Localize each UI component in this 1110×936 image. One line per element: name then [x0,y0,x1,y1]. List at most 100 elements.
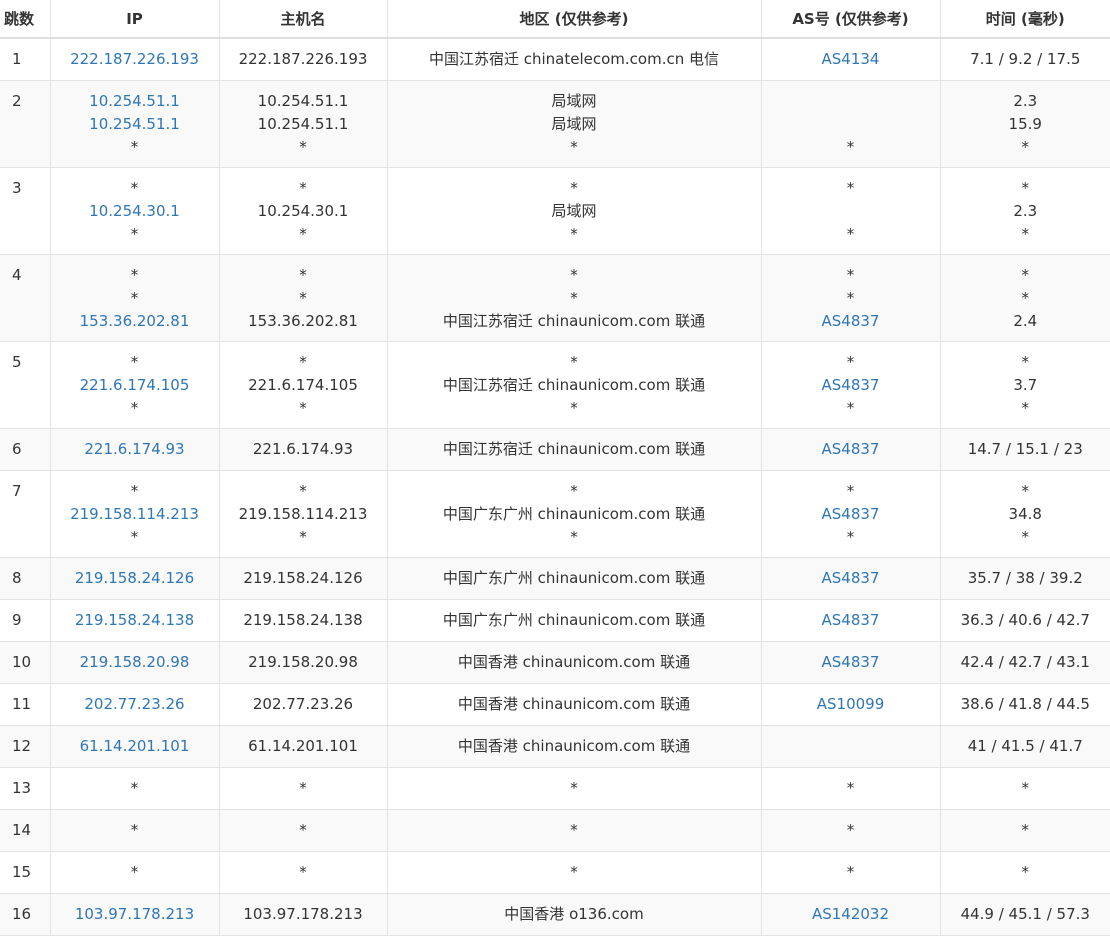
ip-cell: *221.6.174.105* [50,342,219,429]
time-text: 2.3 [941,90,1110,113]
region-text: 中国香港 chinaunicom.com 联通 [388,693,761,716]
ip-link[interactable]: 219.158.20.98 [51,651,219,674]
header-region: 地区 (仅供参考) [387,0,761,38]
hop-number: 15 [12,861,50,884]
time-text: 41 / 41.5 / 41.7 [941,735,1110,758]
as-number-link[interactable]: AS4837 [762,609,940,632]
ip-text: * [51,480,219,503]
time-text: 44.9 / 45.1 / 57.3 [941,903,1110,926]
ip-link[interactable]: 221.6.174.93 [51,438,219,461]
ip-link[interactable]: 10.254.30.1 [51,200,219,223]
region-text: * [388,264,761,287]
ip-link[interactable]: 61.14.201.101 [51,735,219,758]
ip-text: * [51,351,219,374]
as-number-link[interactable]: AS4837 [762,438,940,461]
region-cell: *中国广东广州 chinaunicom.com 联通* [387,471,761,558]
as-number-link[interactable]: AS4837 [762,503,940,526]
hop-cell: 10 [0,642,50,684]
hostname-cell: 219.158.24.126 [219,558,387,600]
as-number-text: * [762,526,940,549]
region-cell: 中国广东广州 chinaunicom.com 联通 [387,600,761,642]
as-number-cell: AS4837 [761,558,940,600]
time-text: 2.3 [941,200,1110,223]
time-text: 7.1 / 9.2 / 17.5 [941,48,1110,71]
table-body: 1222.187.226.193222.187.226.193中国江苏宿迁 ch… [0,38,1110,936]
time-cell: 44.9 / 45.1 / 57.3 [940,894,1110,936]
ip-text: * [51,397,219,420]
hop-number: 7 [12,480,50,503]
region-cell: 中国香港 o136.com [387,894,761,936]
ip-link[interactable]: 219.158.24.126 [51,567,219,590]
region-text: * [388,287,761,310]
region-text: * [388,223,761,246]
as-number-link[interactable]: AS4837 [762,651,940,674]
ip-cell: 222.187.226.193 [50,38,219,81]
ip-link[interactable]: 202.77.23.26 [51,693,219,716]
table-row: 1261.14.201.10161.14.201.101中国香港 chinaun… [0,726,1110,768]
table-row: 210.254.51.110.254.51.1*10.254.51.110.25… [0,81,1110,168]
hostname-cell: *10.254.30.1* [219,168,387,255]
ip-link[interactable]: 10.254.51.1 [51,113,219,136]
ip-link[interactable]: 10.254.51.1 [51,90,219,113]
time-text: 38.6 / 41.8 / 44.5 [941,693,1110,716]
table-row: 16103.97.178.213103.97.178.213中国香港 o136.… [0,894,1110,936]
hop-number: 3 [12,177,50,200]
ip-link[interactable]: 222.187.226.193 [51,48,219,71]
ip-link[interactable]: 219.158.114.213 [51,503,219,526]
region-text: 中国江苏宿迁 chinaunicom.com 联通 [388,374,761,397]
hostname-text: * [220,861,387,884]
hostname-text: * [220,351,387,374]
region-cell: 中国江苏宿迁 chinaunicom.com 联通 [387,429,761,471]
region-text: * [388,480,761,503]
hostname-cell: *221.6.174.105* [219,342,387,429]
as-number-link[interactable]: AS4837 [762,310,940,333]
hostname-text: 153.36.202.81 [220,310,387,333]
hostname-text: 10.254.51.1 [220,90,387,113]
ip-cell: **153.36.202.81 [50,255,219,342]
hostname-cell: 61.14.201.101 [219,726,387,768]
time-cell: 42.4 / 42.7 / 43.1 [940,642,1110,684]
hostname-cell: 103.97.178.213 [219,894,387,936]
as-number-text: * [762,177,940,200]
time-text: * [941,777,1110,800]
as-number-link[interactable]: AS4134 [762,48,940,71]
ip-link[interactable]: 103.97.178.213 [51,903,219,926]
hop-cell: 4 [0,255,50,342]
as-number-link[interactable]: AS142032 [762,903,940,926]
as-number-cell: AS4837 [761,642,940,684]
region-text: 局域网 [388,200,761,223]
header-time: 时间 (毫秒) [940,0,1110,38]
time-text: * [941,223,1110,246]
time-cell: *34.8* [940,471,1110,558]
region-cell: * [387,810,761,852]
time-text: 15.9 [941,113,1110,136]
hop-cell: 16 [0,894,50,936]
ip-link[interactable]: 153.36.202.81 [51,310,219,333]
ip-text: * [51,861,219,884]
as-number-cell: * [761,810,940,852]
table-row: 14***** [0,810,1110,852]
hop-number: 12 [12,735,50,758]
as-number-cell: AS4134 [761,38,940,81]
region-text: 中国广东广州 chinaunicom.com 联通 [388,567,761,590]
region-cell: **中国江苏宿迁 chinaunicom.com 联通 [387,255,761,342]
hostname-cell: 219.158.24.138 [219,600,387,642]
region-text: 中国广东广州 chinaunicom.com 联通 [388,609,761,632]
ip-link[interactable]: 219.158.24.138 [51,609,219,632]
as-number-link[interactable]: AS10099 [762,693,940,716]
hop-cell: 3 [0,168,50,255]
as-number-cell: ** [761,168,940,255]
hostname-text: 219.158.24.138 [220,609,387,632]
as-number-link[interactable]: AS4837 [762,567,940,590]
ip-link[interactable]: 221.6.174.105 [51,374,219,397]
time-text: 35.7 / 38 / 39.2 [941,567,1110,590]
ip-cell: 219.158.24.126 [50,558,219,600]
region-text: 中国香港 chinaunicom.com 联通 [388,735,761,758]
as-number-link[interactable]: AS4837 [762,374,940,397]
region-cell: 局域网局域网* [387,81,761,168]
time-text: * [941,861,1110,884]
as-number-text: * [762,351,940,374]
region-text: * [388,397,761,420]
time-text: * [941,136,1110,159]
table-row: 7*219.158.114.213**219.158.114.213**中国广东… [0,471,1110,558]
